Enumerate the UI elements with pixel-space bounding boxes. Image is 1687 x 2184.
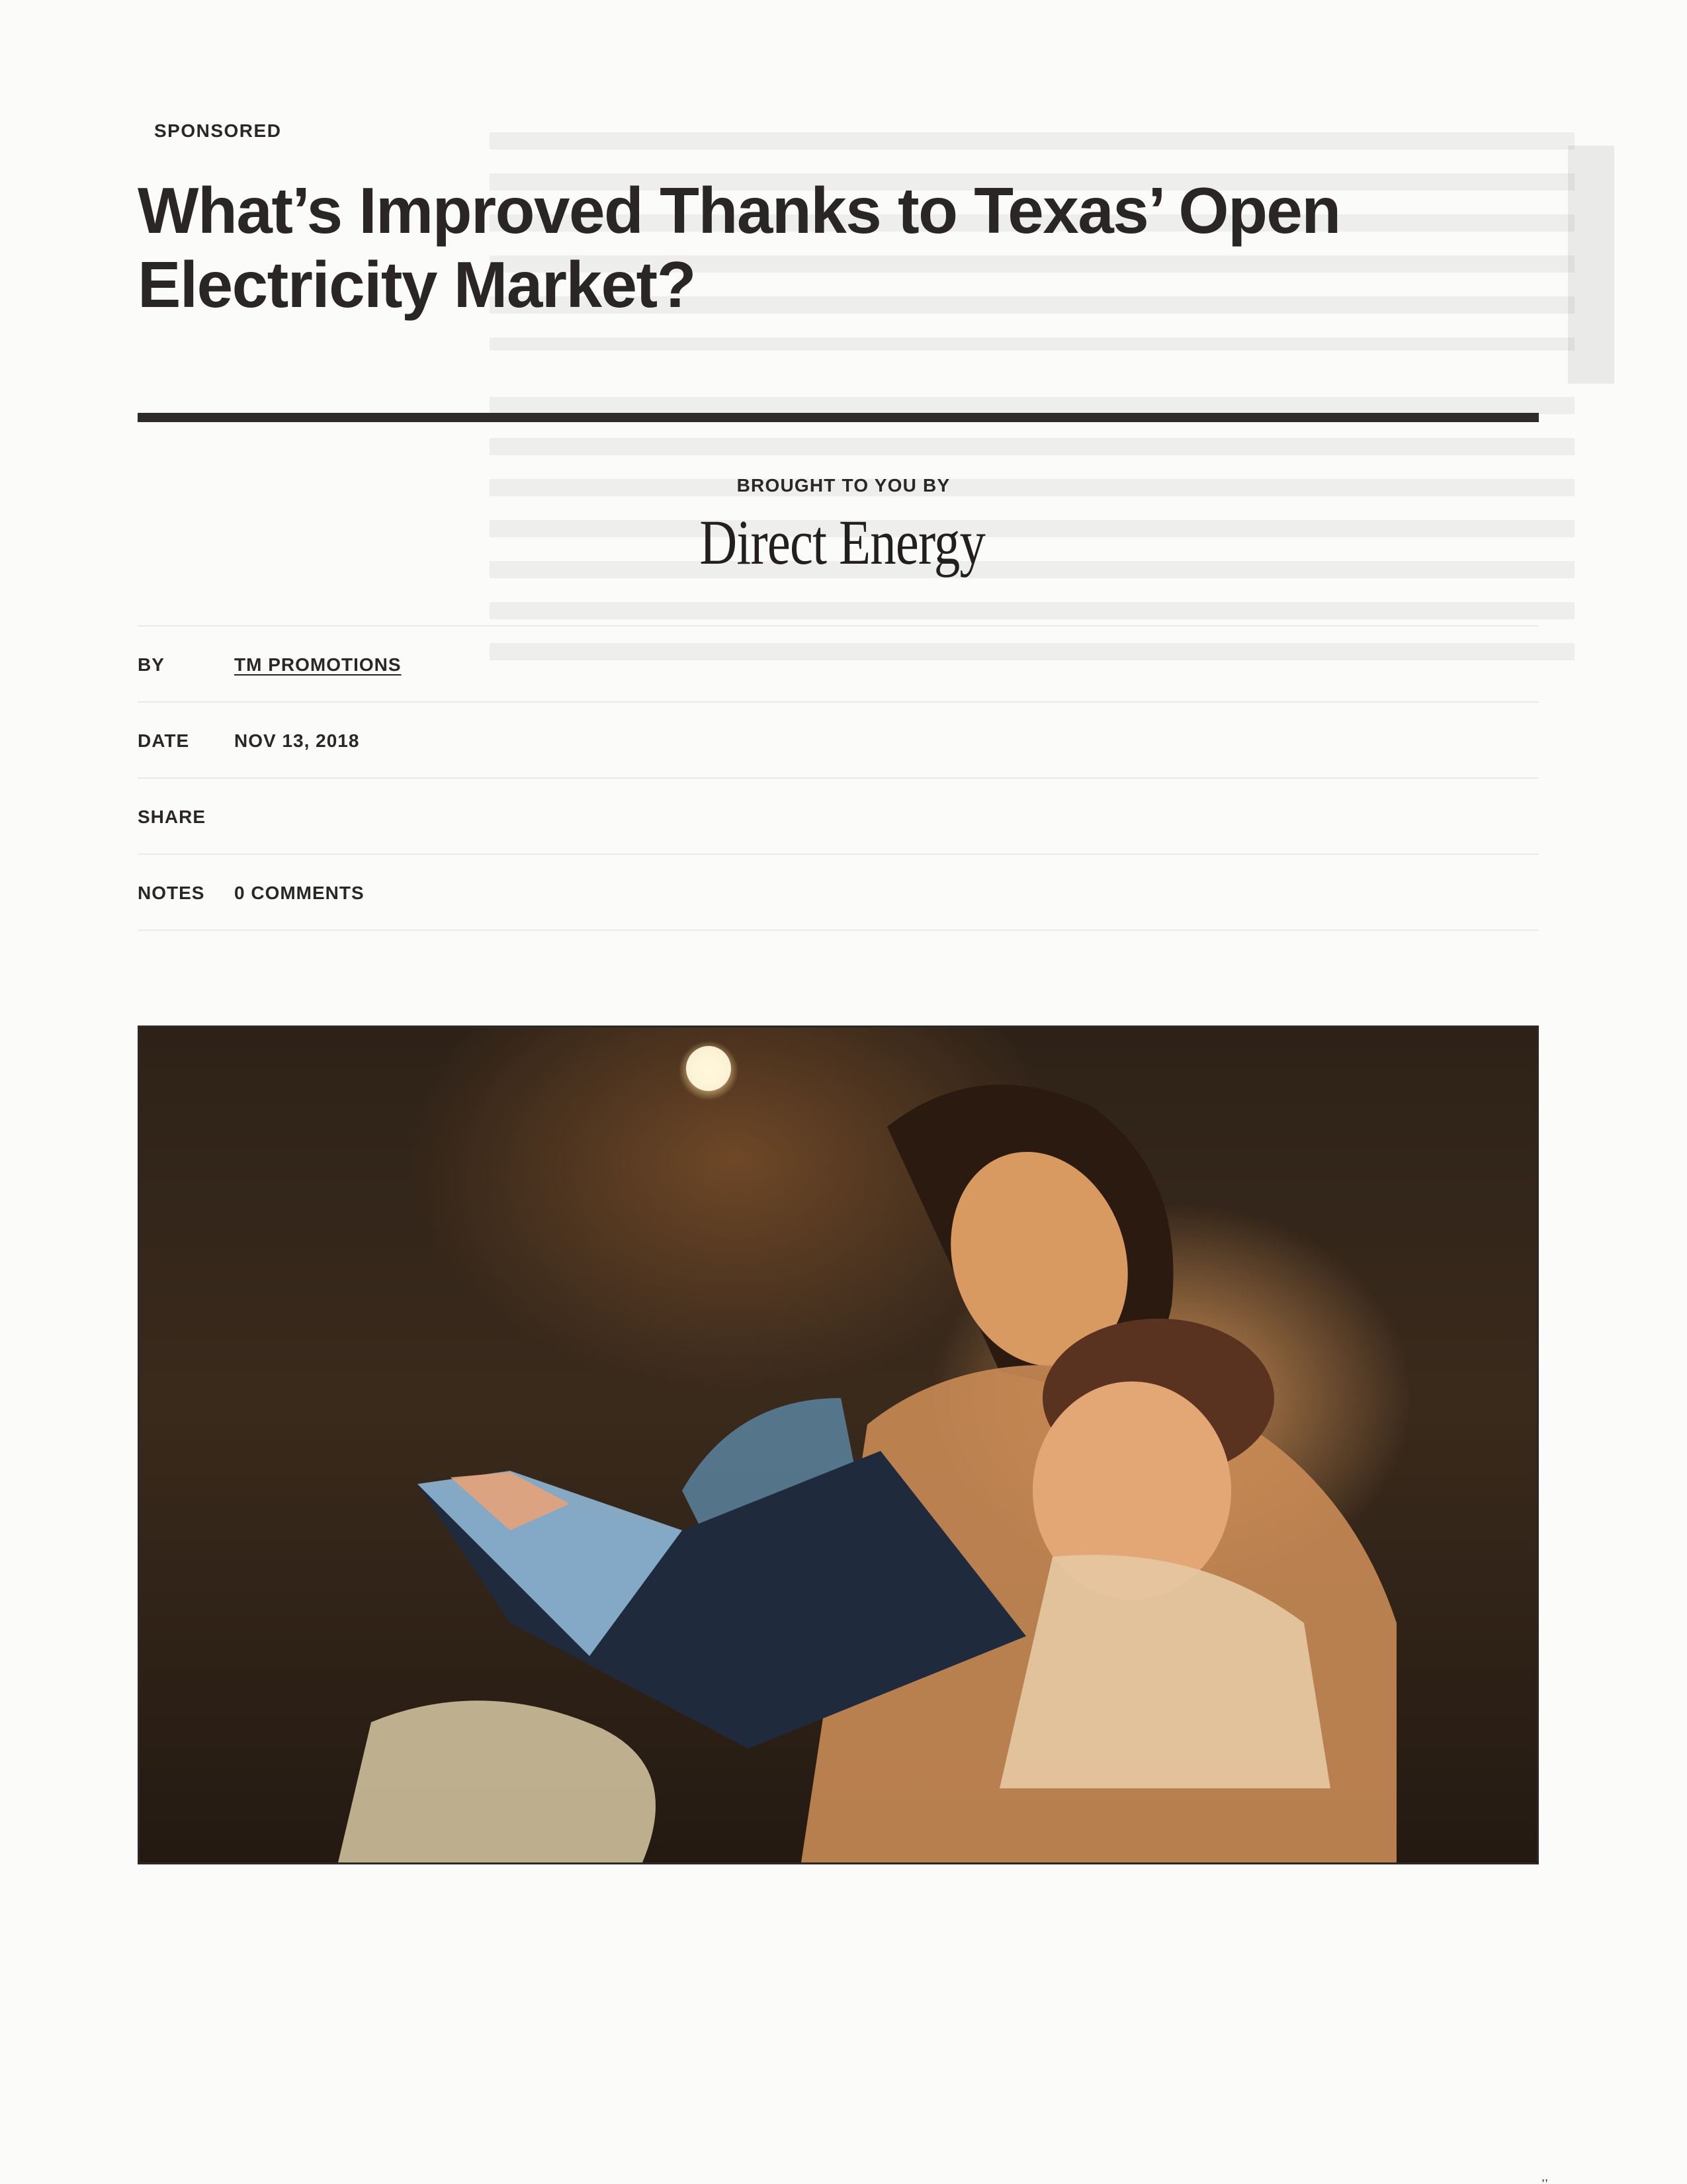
scan-mark: ,, — [1541, 2170, 1549, 2183]
meta-row-notes: NOTES 0 COMMENTS — [138, 853, 1539, 931]
hero-image — [138, 1026, 1539, 1864]
notes-label: NOTES — [138, 883, 205, 903]
meta-row-by: BY TM PROMOTIONS — [138, 625, 1539, 701]
sponsor-intro: BROUGHT TO YOU BY — [736, 475, 951, 496]
date-value: NOV 13, 2018 — [234, 730, 360, 751]
article-meta: BY TM PROMOTIONS DATE NOV 13, 2018 SHARE… — [138, 625, 1539, 931]
date-label: DATE — [138, 730, 190, 751]
title-divider — [138, 413, 1539, 422]
comments-link[interactable]: 0 COMMENTS — [234, 883, 365, 904]
article-title: What’s Improved Thanks to Texas’ Open El… — [138, 174, 1341, 321]
meta-row-date: DATE NOV 13, 2018 — [138, 701, 1539, 777]
by-label: BY — [138, 654, 165, 675]
meta-row-share: SHARE — [138, 777, 1539, 853]
author-link[interactable]: TM PROMOTIONS — [234, 654, 402, 676]
share-label: SHARE — [138, 807, 206, 827]
sponsor-logo[interactable]: Direct Energy — [151, 503, 1534, 582]
sponsored-label: SPONSORED — [154, 120, 282, 141]
photo-mother-daughter-reading-icon — [338, 1046, 1397, 1862]
